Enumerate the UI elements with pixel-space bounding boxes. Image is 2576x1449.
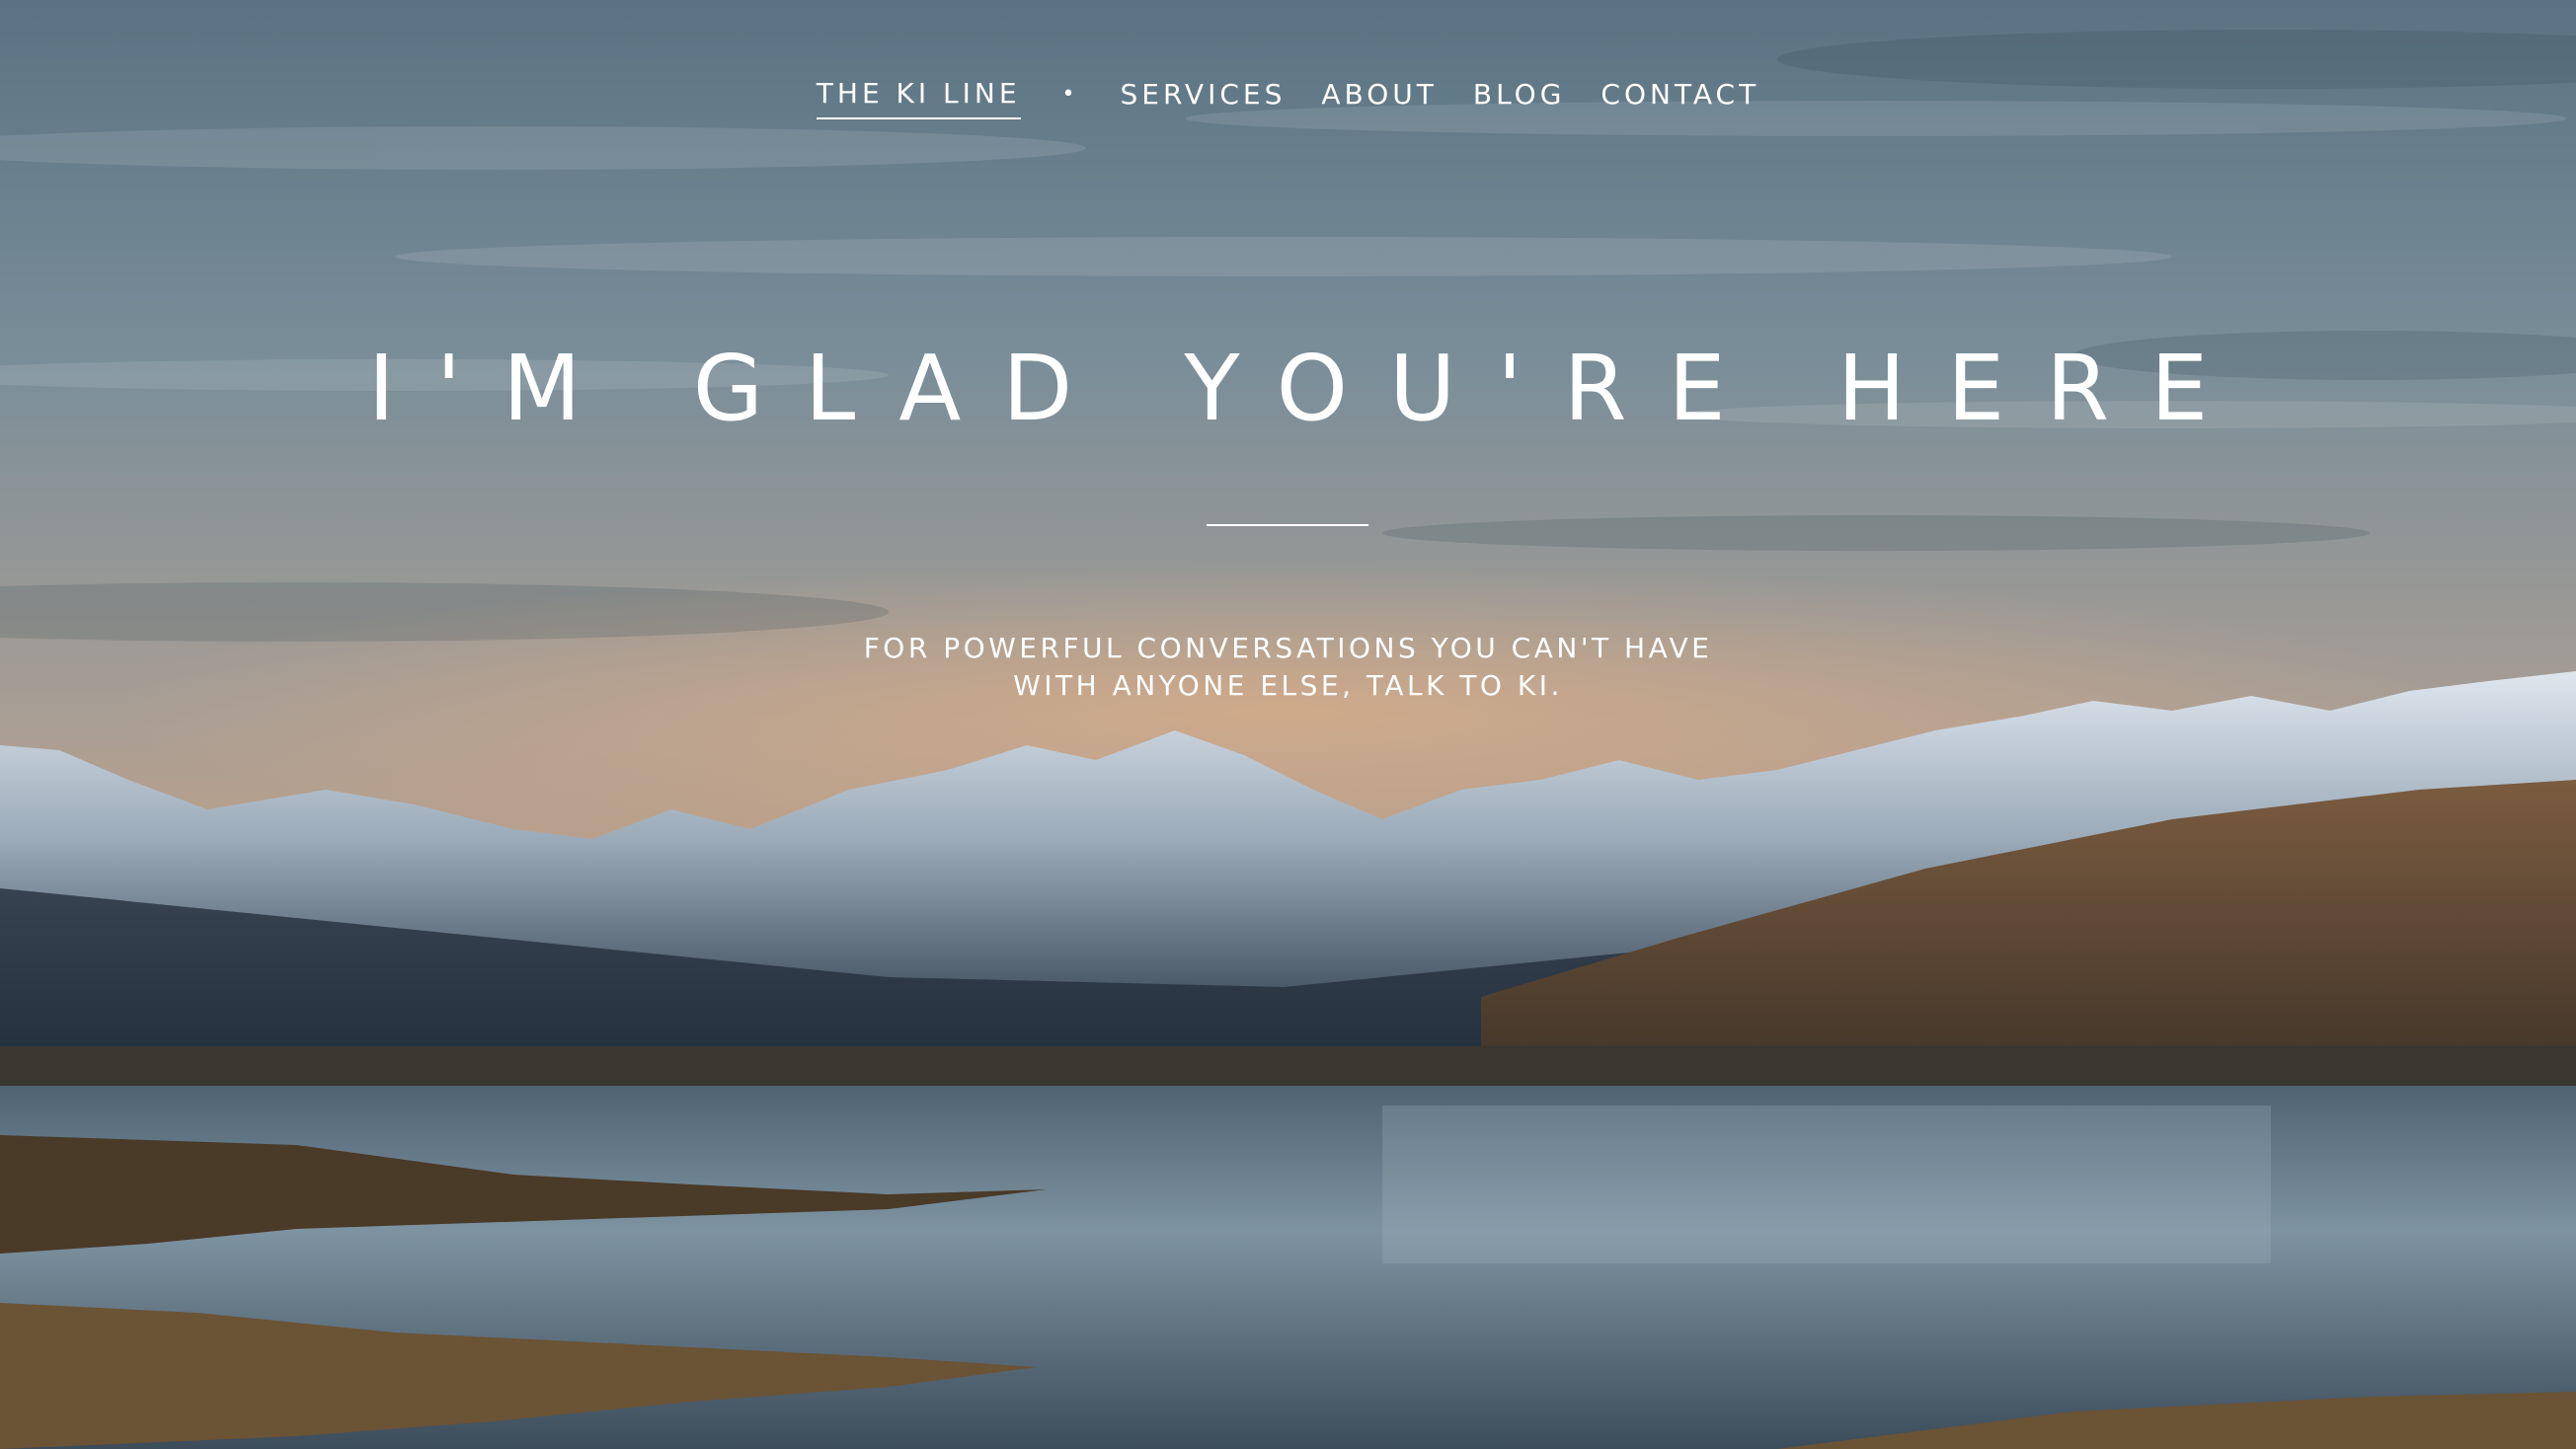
nav-separator-dot: • <box>1061 82 1079 107</box>
main-navigation: THE KI LINE • SERVICES ABOUT BLOG CONTAC… <box>0 77 2576 119</box>
nav-item-blog[interactable]: BLOG <box>1473 78 1566 118</box>
page: THE KI LINE • SERVICES ABOUT BLOG CONTAC… <box>0 0 2576 1449</box>
hero-subtitle-line-1: FOR POWERFUL CONVERSATIONS YOU CAN'T HAV… <box>863 632 1713 664</box>
hero-subtitle-line-2: WITH ANYONE ELSE, TALK TO KI. <box>1013 669 1563 702</box>
nav-item-about[interactable]: ABOUT <box>1321 78 1438 118</box>
hero-divider <box>1207 524 1368 526</box>
background-landscape-image <box>0 0 2576 1449</box>
nav-item-the-ki-line[interactable]: THE KI LINE <box>816 77 1021 119</box>
hero-title: I'M GLAD YOU'RE HERE <box>367 336 2250 441</box>
hero-subtitle: FOR POWERFUL CONVERSATIONS YOU CAN'T HAV… <box>0 630 2576 705</box>
nav-item-contact[interactable]: CONTACT <box>1600 78 1759 118</box>
nav-item-services[interactable]: SERVICES <box>1121 78 1287 118</box>
